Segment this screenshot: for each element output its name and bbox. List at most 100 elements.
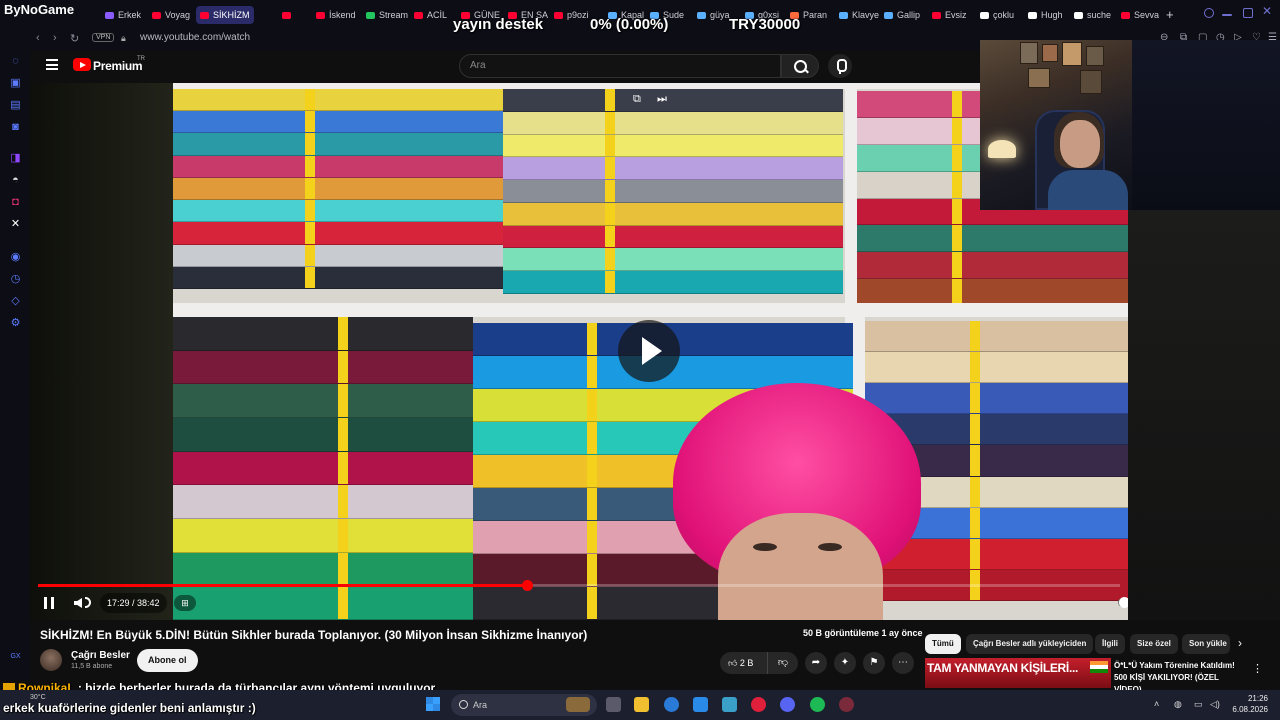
subscribe-button[interactable]: Abone ol bbox=[137, 649, 198, 672]
messenger-icon[interactable]: ◙ bbox=[9, 121, 22, 134]
tray-overflow-icon[interactable]: ˄ bbox=[1154, 699, 1159, 709]
back-button[interactable]: ‹ bbox=[36, 32, 40, 44]
volume-icon[interactable] bbox=[74, 598, 82, 608]
close-window-button[interactable]: ✕ bbox=[1262, 4, 1272, 18]
chevron-right-icon[interactable]: › bbox=[1238, 636, 1242, 650]
bookmark-icon: ⚑ bbox=[869, 657, 879, 668]
tab-4[interactable] bbox=[282, 6, 295, 24]
discord-icon[interactable]: ◓ bbox=[9, 174, 22, 187]
store-app-icon[interactable] bbox=[722, 697, 737, 712]
discord-taskbar-icon[interactable] bbox=[780, 697, 795, 712]
dislike-button[interactable]: 👎︎ bbox=[768, 652, 798, 674]
thumbnail-caption: TAM YANMAYAN KİŞİLERİ... bbox=[927, 661, 1079, 675]
tab-19[interactable]: çoklu bbox=[980, 6, 1014, 24]
chip-from-uploader[interactable]: Çağrı Besler adlı yükleyiciden bbox=[966, 634, 1094, 654]
network-icon[interactable]: ▭ bbox=[1194, 699, 1203, 710]
tab-22[interactable]: Sevva bbox=[1121, 6, 1159, 24]
pause-button[interactable] bbox=[44, 597, 54, 609]
vpn-badge[interactable]: VPN bbox=[92, 33, 115, 42]
channel-name[interactable]: Çağrı Besler bbox=[71, 650, 130, 661]
x-twitter-icon[interactable]: ✕ bbox=[9, 218, 22, 231]
spotify-icon[interactable] bbox=[810, 697, 825, 712]
tab-label: Gallip bbox=[897, 10, 921, 20]
miniplayer-icon[interactable]: ⧉ bbox=[633, 93, 641, 106]
instagram-icon[interactable]: ◘ bbox=[9, 196, 22, 209]
save-button[interactable]: ⚑ bbox=[863, 652, 885, 674]
reload-icon[interactable]: ↻ bbox=[70, 32, 79, 45]
search-button[interactable] bbox=[781, 54, 819, 78]
tab-10[interactable]: p9ozi bbox=[554, 6, 589, 24]
video-player[interactable]: ⧉ ⏭︎ 17:29 / 38:42 ⊞ ⤢ bbox=[30, 83, 1128, 620]
tab-18[interactable]: Evsiz bbox=[932, 6, 967, 24]
tab-13[interactable]: güya bbox=[697, 6, 730, 24]
autoplay-toggle[interactable] bbox=[1118, 597, 1128, 608]
like-button[interactable]: 👍︎ 2 B bbox=[720, 652, 768, 674]
file-explorer-icon[interactable] bbox=[634, 697, 649, 712]
tab-5[interactable]: İskend bbox=[316, 6, 356, 24]
guide-menu-icon[interactable] bbox=[46, 59, 58, 70]
tab-2[interactable]: Voyag bbox=[152, 6, 190, 24]
tab-favicon-icon bbox=[980, 11, 989, 19]
obs-icon[interactable] bbox=[839, 697, 854, 712]
tab-3[interactable]: SİKHİZM bbox=[196, 6, 254, 24]
twitch-icon[interactable]: ◨ bbox=[9, 152, 22, 165]
history-sidebar-icon[interactable]: ◷ bbox=[9, 273, 22, 286]
player-sidebar-icon[interactable]: ▤ bbox=[9, 99, 22, 112]
tab-16[interactable]: Klavye bbox=[839, 6, 879, 24]
tab-label: Hugh bbox=[1041, 10, 1063, 20]
recommended-thumbnail[interactable]: TAM YANMAYAN KİŞİLERİ... bbox=[925, 658, 1111, 688]
tab-21[interactable]: suche bbox=[1074, 6, 1111, 24]
aria-icon[interactable]: ◌ bbox=[9, 55, 22, 68]
weather-widget[interactable]: 30°C bbox=[30, 694, 46, 701]
youtube-logo-icon[interactable] bbox=[73, 58, 91, 71]
share-button[interactable]: ➦ bbox=[805, 652, 827, 674]
settings-sidebar-icon[interactable]: ⚙ bbox=[9, 317, 22, 330]
fabric-stack bbox=[173, 317, 473, 620]
chip-related[interactable]: İlgili bbox=[1095, 634, 1125, 654]
start-button[interactable] bbox=[426, 697, 440, 711]
tab-6[interactable]: Stream bbox=[366, 6, 408, 24]
goal-progress: 0% (0.00%) bbox=[590, 16, 669, 33]
chip-recently-uploaded[interactable]: Son yükle bbox=[1182, 634, 1230, 654]
subscriber-count: 11,5 B abone bbox=[71, 663, 113, 670]
lock-icon[interactable]: 🔒︎ bbox=[121, 33, 126, 44]
url-field[interactable]: www.youtube.com/watch bbox=[140, 32, 250, 43]
sidebar-app-icon[interactable]: ◉ bbox=[9, 251, 22, 264]
opera-gx-icon[interactable] bbox=[751, 697, 766, 712]
mail-app-icon[interactable] bbox=[693, 697, 708, 712]
channel-avatar[interactable] bbox=[40, 649, 62, 671]
tab-17[interactable]: Gallip bbox=[884, 6, 920, 24]
voice-search-button[interactable] bbox=[828, 54, 852, 78]
mic-tray-icon[interactable]: ◍ bbox=[1174, 699, 1182, 710]
chip-all[interactable]: Tümü bbox=[925, 634, 961, 654]
chip-for-you[interactable]: Size özel bbox=[1130, 634, 1178, 654]
maximize-button[interactable] bbox=[1243, 8, 1253, 18]
minimize-button[interactable] bbox=[1222, 14, 1232, 16]
big-play-button[interactable] bbox=[618, 320, 680, 382]
system-clock[interactable]: 21:26 6.08.2026 bbox=[1228, 693, 1268, 715]
forward-button[interactable]: › bbox=[53, 32, 57, 44]
progress-bar[interactable] bbox=[38, 580, 1120, 591]
tab-7[interactable]: ACİL bbox=[414, 6, 447, 24]
goal-label: yayın destek bbox=[453, 16, 544, 33]
progress-scrubber-handle[interactable] bbox=[522, 580, 533, 591]
skip-icon[interactable]: ⏭︎ bbox=[657, 93, 667, 106]
more-dots-icon: ⋯ bbox=[898, 657, 908, 668]
search-input[interactable]: Ara bbox=[459, 54, 781, 78]
new-tab-button[interactable]: + bbox=[1166, 7, 1174, 22]
tab-20[interactable]: Hugh bbox=[1028, 6, 1063, 24]
ask-button[interactable]: ✦ bbox=[834, 652, 856, 674]
edge-browser-icon[interactable] bbox=[664, 697, 679, 712]
volume-tray-icon[interactable]: ◁) bbox=[1210, 699, 1220, 710]
crypto-wallet-icon[interactable]: ▣ bbox=[9, 77, 22, 90]
extensions-sidebar-icon[interactable]: ◇ bbox=[9, 295, 22, 308]
task-view-icon[interactable] bbox=[606, 697, 621, 712]
tab-1[interactable]: Erkek bbox=[105, 6, 141, 24]
more-vert-icon[interactable]: ⋮ bbox=[1252, 662, 1263, 675]
streamer-shirt bbox=[1048, 170, 1128, 210]
search-tabs-icon[interactable] bbox=[1204, 8, 1214, 18]
more-actions-button[interactable]: ⋯ bbox=[892, 652, 914, 674]
chapters-icon[interactable]: ⊞ bbox=[174, 595, 196, 611]
gx-icon[interactable]: GX bbox=[9, 650, 22, 663]
youtube-premium-logo[interactable]: Premium bbox=[93, 59, 143, 73]
